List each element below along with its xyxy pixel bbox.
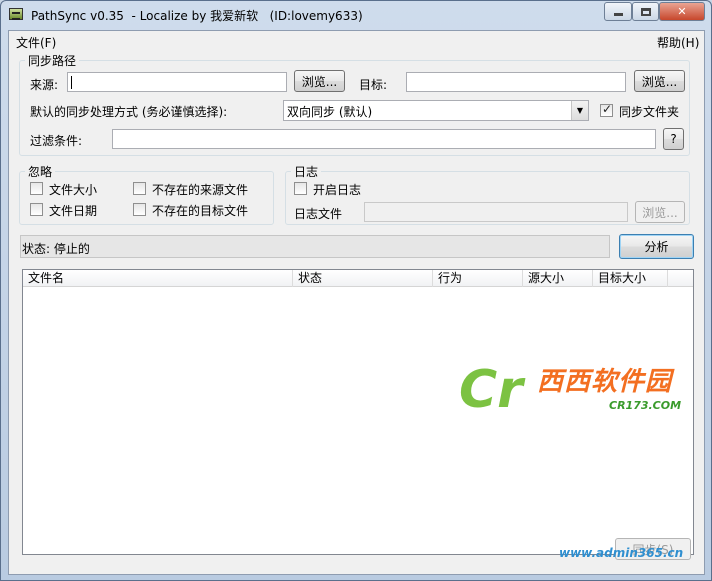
app-window: PathSync v0.35 - Localize by 我爱新软 (ID:lo…: [0, 0, 712, 581]
client-area: 文件(F) 帮助(H) 同步路径 来源: 浏览... 目标: 浏览... 默认的…: [8, 30, 705, 575]
menu-file[interactable]: 文件(F): [16, 34, 56, 51]
title-bar[interactable]: PathSync v0.35 - Localize by 我爱新软 (ID:lo…: [1, 1, 711, 29]
sync-mode-label: 默认的同步处理方式 (务必谨慎选择):: [30, 105, 228, 119]
close-icon: ✕: [677, 5, 687, 18]
file-list-header: 文件名 状态 行为 源大小 目标大小: [23, 270, 693, 287]
sync-mode-select[interactable]: 双向同步 (默认) ▼: [283, 100, 589, 121]
ignore-date-label: 文件日期: [49, 204, 98, 218]
window-title: PathSync v0.35 - Localize by 我爱新软 (ID:lo…: [31, 9, 363, 23]
sync-folders-checkbox[interactable]: [600, 102, 613, 117]
maximize-icon: [640, 7, 651, 16]
analyze-button[interactable]: 分析: [619, 234, 694, 259]
enable-log-label: 开启日志: [313, 183, 362, 197]
log-file-input[interactable]: [364, 202, 628, 222]
brand-watermark: Cr 西西软件园 CR173.COM: [457, 353, 707, 433]
sync-paths-legend: 同步路径: [28, 54, 77, 68]
minimize-button[interactable]: [604, 2, 632, 21]
ignore-date-checkbox[interactable]: [30, 203, 43, 216]
minimize-icon: [613, 13, 623, 16]
source-input[interactable]: [67, 72, 287, 92]
column-action[interactable]: 行为: [433, 270, 523, 287]
column-source-size[interactable]: 源大小: [523, 270, 593, 287]
text-caret: [71, 76, 72, 89]
log-file-label: 日志文件: [294, 207, 343, 221]
brand-logo: Cr: [459, 360, 526, 420]
site-watermark: www.admin365.cn: [559, 546, 684, 560]
sync-folders-label: 同步文件夹: [619, 105, 680, 119]
app-icon: [9, 8, 23, 20]
menu-help[interactable]: 帮助(H): [657, 34, 699, 51]
browse-log-button[interactable]: 浏览...: [635, 201, 685, 223]
ignore-size-label: 文件大小: [49, 183, 98, 197]
ignore-missing-source-checkbox[interactable]: [133, 182, 146, 195]
menu-bar: 文件(F) 帮助(H): [9, 31, 704, 50]
ignore-missing-target-checkbox[interactable]: [133, 203, 146, 216]
target-input[interactable]: [406, 72, 626, 92]
column-filename[interactable]: 文件名: [23, 270, 293, 287]
browse-target-button[interactable]: 浏览...: [634, 70, 685, 92]
column-target-size[interactable]: 目标大小: [593, 270, 668, 287]
ignore-size-checkbox[interactable]: [30, 182, 43, 195]
browse-source-button[interactable]: 浏览...: [294, 70, 345, 92]
filter-help-button[interactable]: ?: [663, 128, 684, 150]
sync-mode-value: 双向同步 (默认): [287, 105, 373, 119]
close-button[interactable]: ✕: [659, 2, 705, 21]
filter-label: 过滤条件:: [30, 134, 83, 148]
brand-watermark-text: 西西软件园: [537, 367, 673, 397]
ignore-legend: 忽略: [28, 165, 53, 179]
ignore-missing-source-label: 不存在的来源文件: [152, 183, 249, 197]
maximize-button[interactable]: [632, 2, 659, 21]
svg-text:Cr: Cr: [459, 360, 526, 420]
enable-log-checkbox[interactable]: [294, 182, 307, 195]
status-text: 状态: 停止的: [22, 242, 90, 256]
column-status[interactable]: 状态: [293, 270, 433, 287]
status-bar: 状态: 停止的: [20, 235, 610, 258]
target-label: 目标:: [359, 78, 388, 92]
ignore-missing-target-label: 不存在的目标文件: [152, 204, 249, 218]
log-legend: 日志: [294, 165, 319, 179]
filter-input[interactable]: [112, 129, 656, 149]
source-label: 来源:: [30, 78, 59, 92]
brand-watermark-sub: CR173.COM: [609, 399, 682, 412]
chevron-down-icon[interactable]: ▼: [571, 101, 588, 120]
